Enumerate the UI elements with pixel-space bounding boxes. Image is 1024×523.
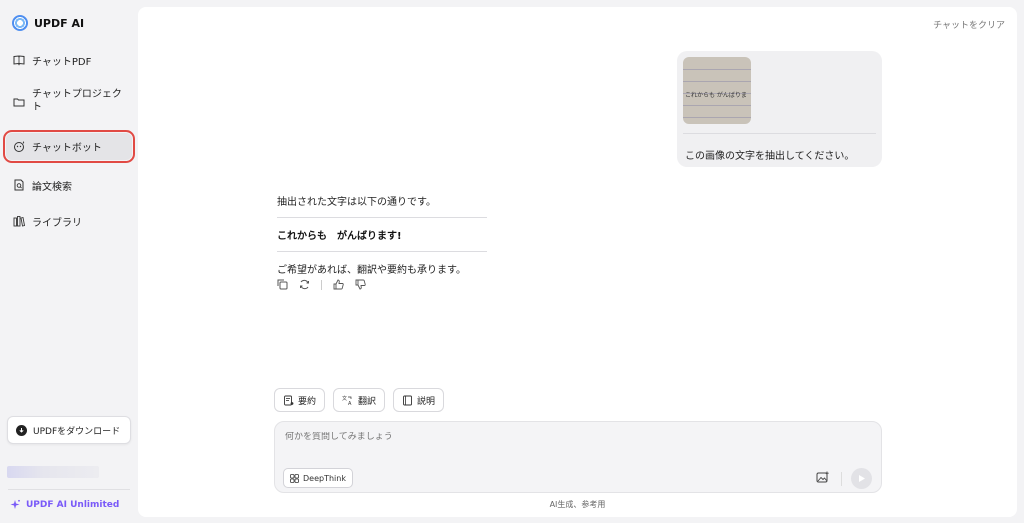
sidebar-item-label: チャットPDF <box>32 56 92 68</box>
send-icon <box>859 475 865 482</box>
ai-disclaimer: AI生成、参考用 <box>549 500 606 509</box>
user-account-blurred[interactable] <box>7 466 99 478</box>
sidebar-item-label: チャットボット <box>32 143 102 154</box>
copy-icon[interactable] <box>277 279 288 290</box>
bot-followup-text: ご希望があれば、翻訳や要約も承ります。 <box>277 265 466 276</box>
send-button[interactable] <box>851 468 872 489</box>
deepthink-toggle[interactable]: DeepThink <box>283 468 353 488</box>
uploaded-image-thumbnail[interactable]: これからも がんばりま <box>683 57 751 124</box>
svg-text:文: 文 <box>342 395 347 402</box>
deepthink-icon <box>290 473 299 483</box>
svg-text:A: A <box>348 401 352 406</box>
sidebar-item-chat-project[interactable]: チャットプロジェクト <box>6 88 132 118</box>
download-label: UPDFをダウンロード <box>33 426 121 437</box>
unlimited-label: UPDF AI Unlimited <box>26 499 120 510</box>
message-composer: DeepThink <box>274 421 882 493</box>
summary-doc-icon <box>284 395 294 405</box>
folder-icon <box>13 98 25 107</box>
book-open-icon <box>13 55 25 66</box>
sidebar-item-label: ライブラリ <box>32 217 82 229</box>
sidebar-item-label: 論文検索 <box>32 181 72 193</box>
bot-divider <box>277 217 487 218</box>
deepthink-label: DeepThink <box>303 473 346 483</box>
download-updf-button[interactable]: UPDFをダウンロード <box>7 416 131 444</box>
updf-logo-icon <box>12 15 28 31</box>
bot-extracted-text: これからも がんばります! <box>277 231 402 242</box>
library-books-icon <box>13 216 25 227</box>
thumbs-down-icon[interactable] <box>355 279 366 290</box>
summarize-label: 要約 <box>298 396 317 407</box>
clear-chat-button[interactable]: チャットをクリア <box>933 18 1005 31</box>
translate-button[interactable]: 文A 翻訳 <box>333 388 386 412</box>
sidebar-divider <box>8 489 130 490</box>
bot-divider <box>277 251 487 252</box>
bot-intro-text: 抽出された文字は以下の通りです。 <box>277 197 436 208</box>
sparkle-icon <box>10 499 20 509</box>
explain-label: 説明 <box>417 396 436 407</box>
sidebar-item-library[interactable]: ライブラリ <box>6 211 132 231</box>
upgrade-unlimited-link[interactable]: UPDF AI Unlimited <box>10 499 119 510</box>
translate-label: 翻訳 <box>358 396 377 407</box>
sidebar-item-label: チャットプロジェクト <box>32 89 122 113</box>
sidebar-item-paper-search[interactable]: 論文検索 <box>6 175 132 195</box>
document-search-icon <box>14 179 24 191</box>
book-icon <box>403 395 412 405</box>
handwritten-text: これからも がんばりま <box>685 92 747 99</box>
user-message-bubble: これからも がんばりま この画像の文字を抽出してください。 <box>677 51 882 167</box>
thumbs-up-icon[interactable] <box>333 279 344 290</box>
regenerate-icon[interactable] <box>299 279 310 290</box>
sidebar-item-chat-pdf[interactable]: チャットPDF <box>6 50 132 70</box>
quick-actions: 要約 文A 翻訳 説明 <box>274 388 445 412</box>
bot-face-icon <box>14 141 25 152</box>
chat-panel: チャットをクリア これからも がんばりま この画像の文字を抽出してください。 抽… <box>138 7 1017 517</box>
sidebar-item-chatbot[interactable]: チャットボット <box>3 130 135 163</box>
actions-separator <box>321 279 322 290</box>
sidebar: UPDF AI チャットPDF チャットプロジェクト チャットボット 論文検索 … <box>0 0 138 523</box>
summarize-button[interactable]: 要約 <box>274 388 326 412</box>
bot-message: 抽出された文字は以下の通りです。 これからも がんばります! ご希望があれば、翻… <box>277 193 487 276</box>
bot-message-actions <box>277 279 366 290</box>
brand[interactable]: UPDF AI <box>12 14 84 32</box>
explain-button[interactable]: 説明 <box>393 388 445 412</box>
user-message-text: この画像の文字を抽出してください。 <box>685 151 855 162</box>
brand-name: UPDF AI <box>34 16 85 30</box>
translate-icon: 文A <box>342 395 352 406</box>
composer-separator <box>841 472 842 486</box>
download-icon <box>16 424 27 436</box>
question-input[interactable] <box>285 432 845 442</box>
image-upload-icon[interactable] <box>816 471 830 484</box>
bubble-divider <box>683 133 876 134</box>
